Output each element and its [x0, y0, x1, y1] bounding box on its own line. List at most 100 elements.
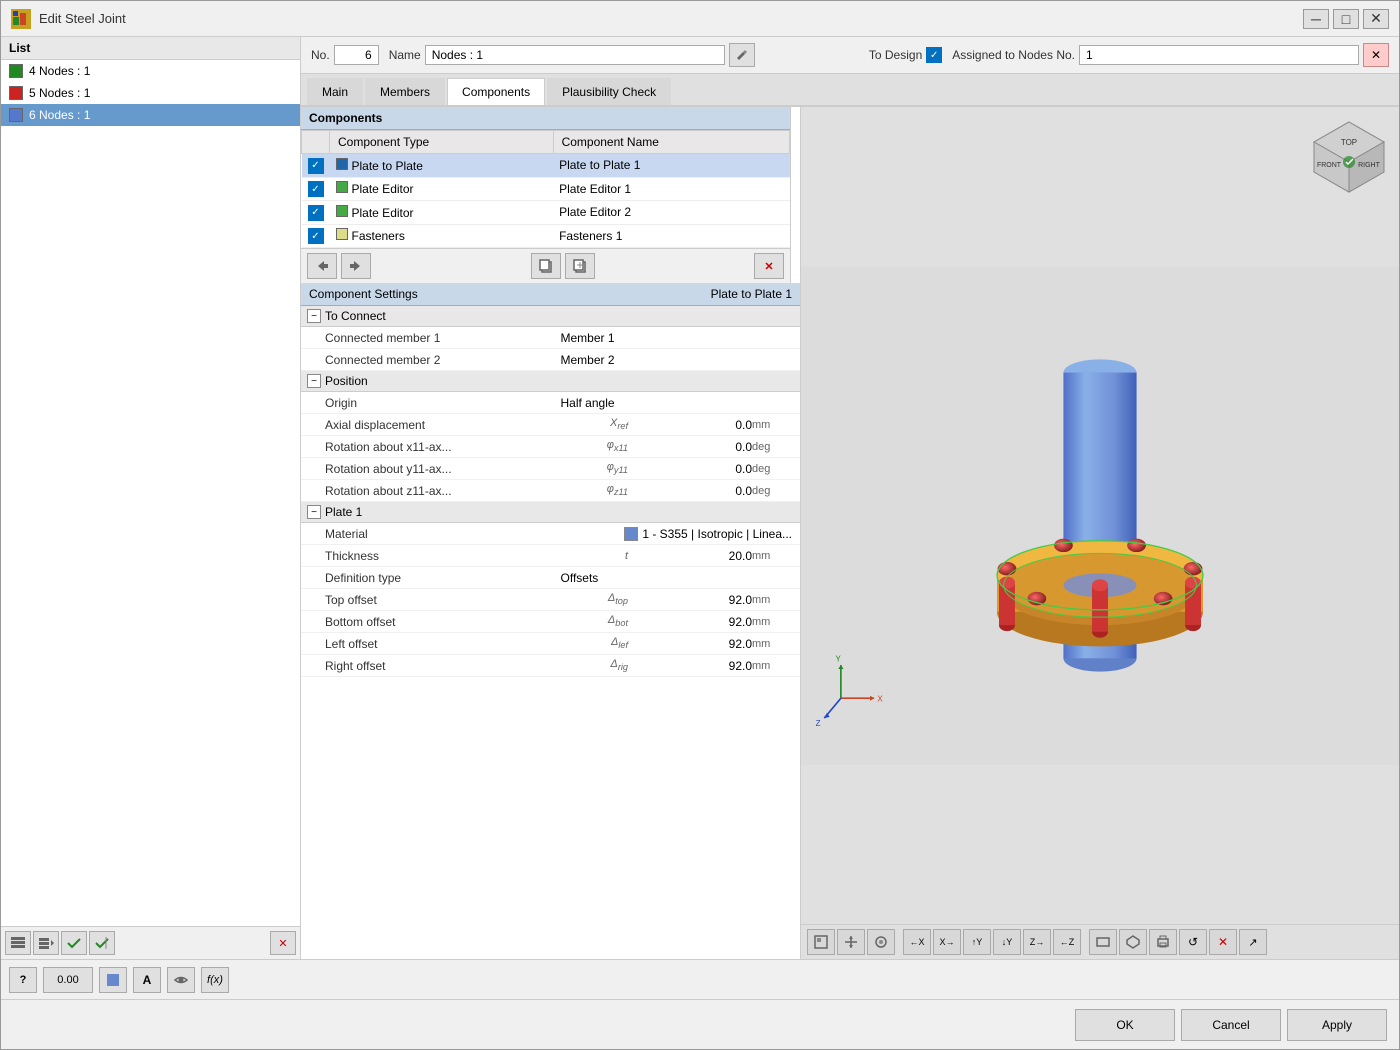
cancel-button[interactable]: Cancel — [1181, 1009, 1281, 1041]
toolbar-btn-1[interactable] — [5, 931, 31, 955]
viewport-3d[interactable]: X Y Z — [801, 107, 1399, 924]
tab-components[interactable]: Components — [447, 78, 545, 105]
vp-btn-expand[interactable]: ↗ — [1239, 929, 1267, 955]
prop-label: Rotation about z11-ax... — [325, 484, 592, 498]
comp-btn-left[interactable] — [307, 253, 337, 279]
position-header[interactable]: − Position — [301, 371, 800, 392]
row-checkbox-1[interactable]: ✓ — [308, 158, 324, 174]
toolbar-btn-check2[interactable] — [89, 931, 115, 955]
scene-svg: X Y Z — [801, 107, 1399, 924]
no-input[interactable] — [334, 45, 379, 65]
tab-members[interactable]: Members — [365, 78, 445, 105]
viewport-bg: X Y Z — [801, 107, 1399, 924]
list-item-label-2: 5 Nodes : 1 — [29, 86, 90, 100]
prop-unit: mm — [752, 638, 792, 650]
vp-btn-y-down[interactable]: ↓Y — [993, 929, 1021, 955]
prop-row: Bottom offset Δbot 92.0 mm — [301, 611, 800, 633]
vp-btn-print[interactable] — [1149, 929, 1177, 955]
tabs: Main Members Components Plausibility Che… — [301, 74, 1399, 107]
viewport: X Y Z — [801, 107, 1399, 959]
bottom-area: ? 0.00 A f(x) OK Cancel Apply — [1, 959, 1399, 1049]
close-button[interactable]: ✕ — [1363, 9, 1389, 29]
components-header: Components — [301, 107, 790, 130]
vp-btn-y-up[interactable]: ↑Y — [963, 929, 991, 955]
comp-btn-delete[interactable]: ✕ — [754, 253, 784, 279]
comp-btn-right[interactable] — [341, 253, 371, 279]
table-row[interactable]: ✓ Plate Editor Plate Editor 1 — [302, 177, 790, 201]
assigned-input[interactable] — [1079, 45, 1359, 65]
vp-btn-2[interactable] — [837, 929, 865, 955]
prop-symbol: Δtop — [592, 592, 632, 606]
name-input[interactable] — [425, 45, 725, 65]
col-name-header: Component Name — [553, 131, 789, 154]
color-btn[interactable] — [99, 967, 127, 993]
vp-btn-x-left[interactable]: ←X — [903, 929, 931, 955]
list-items: 4 Nodes : 1 5 Nodes : 1 6 Nodes : 1 — [1, 60, 300, 926]
material-text: 1 - S355 | Isotropic | Linea... — [642, 527, 792, 541]
row-checkbox-3[interactable]: ✓ — [308, 205, 324, 221]
vp-btn-z-right[interactable]: Z→ — [1023, 929, 1051, 955]
vp-btn-1[interactable] — [807, 929, 835, 955]
to-connect-header[interactable]: − To Connect — [301, 306, 800, 327]
tab-plausibility[interactable]: Plausibility Check — [547, 78, 671, 105]
formula-btn[interactable]: f(x) — [201, 967, 229, 993]
prop-row: Thickness t 20.0 mm — [301, 545, 800, 567]
assigned-clear-button[interactable]: ✕ — [1363, 43, 1389, 67]
row-checkbox-2[interactable]: ✓ — [308, 181, 324, 197]
vp-btn-x-right[interactable]: X→ — [933, 929, 961, 955]
table-row[interactable]: ✓ Fasteners Fasteners 1 — [302, 224, 790, 248]
list-delete-button[interactable]: ✕ — [270, 931, 296, 955]
value-btn[interactable]: 0.00 — [43, 967, 93, 993]
vp-btn-flat[interactable] — [1089, 929, 1117, 955]
type-color-3 — [336, 205, 348, 217]
eye-btn[interactable] — [167, 967, 195, 993]
prop-symbol: t — [592, 550, 632, 562]
comp-btn-copy1[interactable] — [531, 253, 561, 279]
apply-button[interactable]: Apply — [1287, 1009, 1387, 1041]
list-item[interactable]: 5 Nodes : 1 — [1, 82, 300, 104]
tab-area: Main Members Components Plausibility Che… — [301, 74, 1399, 959]
name-edit-button[interactable] — [729, 43, 755, 67]
vp-btn-close[interactable]: ✕ — [1209, 929, 1237, 955]
toolbar-btn-2[interactable] — [33, 931, 59, 955]
prop-unit: mm — [752, 660, 792, 672]
dialog-buttons: OK Cancel Apply — [1, 999, 1399, 1049]
prop-unit: deg — [752, 485, 792, 497]
prop-value: 92.0 — [632, 659, 752, 673]
assigned-group: Assigned to Nodes No. ✕ — [952, 43, 1389, 67]
collapse-icon: − — [307, 374, 321, 388]
ok-button[interactable]: OK — [1075, 1009, 1175, 1041]
name-label: Name — [389, 48, 421, 62]
table-row[interactable]: ✓ Plate to Plate Plate to Plate 1 — [302, 154, 790, 178]
minimize-button[interactable]: ─ — [1303, 9, 1329, 29]
row-checkbox-4[interactable]: ✓ — [308, 228, 324, 244]
vp-btn-rotate[interactable]: ↺ — [1179, 929, 1207, 955]
components-section: Components Component Type Component Name — [301, 107, 791, 283]
table-row[interactable]: ✓ Plate Editor Plate Editor 2 — [302, 201, 790, 225]
list-item-selected[interactable]: 6 Nodes : 1 — [1, 104, 300, 126]
to-design-group: To Design ✓ — [869, 47, 942, 63]
text-btn[interactable]: A — [133, 967, 161, 993]
vp-btn-3[interactable] — [867, 929, 895, 955]
prop-label: Material — [325, 527, 584, 541]
prop-row: Connected member 2 Member 2 — [301, 349, 800, 371]
help-button[interactable]: ? — [9, 967, 37, 993]
to-design-checkbox[interactable]: ✓ — [926, 47, 942, 63]
bottom-toolbar: ? 0.00 A f(x) — [1, 959, 1399, 999]
col-type-header: Component Type — [330, 131, 554, 154]
toolbar-btn-check[interactable] — [61, 931, 87, 955]
window-title: Edit Steel Joint — [39, 11, 126, 26]
viewport-toolbar: ←X X→ ↑Y ↓Y Z→ ←Z — [801, 924, 1399, 959]
vp-btn-3d[interactable] — [1119, 929, 1147, 955]
comp-btn-copy2[interactable] — [565, 253, 595, 279]
plate1-header[interactable]: − Plate 1 — [301, 502, 800, 523]
tab-main[interactable]: Main — [307, 78, 363, 105]
maximize-button[interactable]: □ — [1333, 9, 1359, 29]
settings-header-right: Plate to Plate 1 — [711, 287, 792, 301]
settings-header-left: Component Settings — [309, 287, 418, 301]
vp-btn-z-left[interactable]: ←Z — [1053, 929, 1081, 955]
list-item[interactable]: 4 Nodes : 1 — [1, 60, 300, 82]
top-form: No. Name To Design ✓ Assigned to Nodes N — [301, 37, 1399, 74]
settings-panel: Component Settings Plate to Plate 1 − To… — [301, 283, 800, 959]
nav-cube[interactable]: TOP RIGHT FRONT — [1309, 117, 1389, 197]
